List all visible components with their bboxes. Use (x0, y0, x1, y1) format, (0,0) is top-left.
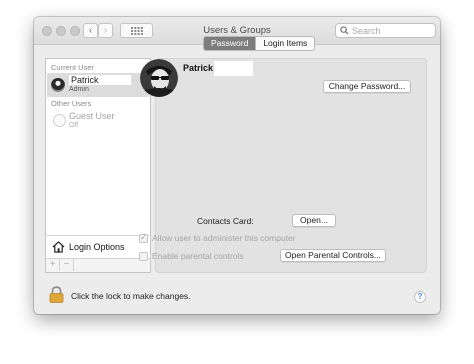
profile-name: Patrick (183, 63, 214, 73)
change-password-button[interactable]: Change Password... (323, 80, 411, 93)
guest-user-status: Off (69, 122, 79, 129)
search-field[interactable] (335, 23, 436, 38)
avatar (51, 78, 65, 92)
close-window-button[interactable] (42, 26, 52, 36)
parental-controls-option[interactable]: Enable parental controls (139, 251, 244, 261)
chevron-right-icon: › (103, 25, 108, 36)
full-name-field[interactable] (214, 61, 253, 76)
tab-bar: Password Login Items (203, 36, 316, 51)
users-sidebar: Current User Patrick Admin Other Users G… (45, 58, 151, 273)
login-options-item[interactable]: Login Options (46, 235, 150, 258)
user-role: Admin (69, 86, 89, 93)
user-row-guest[interactable]: Guest User Off (47, 109, 149, 133)
allow-admin-option[interactable]: Allow user to administer this computer (139, 232, 296, 243)
forward-button[interactable]: › (98, 23, 113, 38)
guest-avatar (53, 114, 66, 127)
show-all-button[interactable] (120, 23, 153, 38)
allow-admin-checkbox[interactable] (139, 232, 148, 243)
user-row-patrick[interactable]: Patrick Admin (47, 73, 149, 97)
lock-button[interactable] (48, 286, 65, 303)
tab-login-items[interactable]: Login Items (255, 37, 314, 50)
user-name: Patrick (69, 75, 131, 85)
parental-controls-label: Enable parental controls (152, 251, 244, 261)
search-icon (340, 26, 349, 35)
other-users-label: Other Users (51, 99, 92, 108)
remove-user-button[interactable]: − (60, 259, 74, 271)
contacts-card-label: Contacts Card: (197, 216, 254, 226)
open-parental-controls-button[interactable]: Open Parental Controls... (280, 249, 386, 262)
search-input[interactable] (349, 25, 432, 36)
padlock-icon (49, 286, 64, 303)
grid-icon (130, 26, 143, 35)
help-button[interactable]: ? (414, 291, 426, 303)
add-remove-bar: + − (46, 258, 150, 272)
open-contacts-button[interactable]: Open... (292, 214, 336, 227)
guest-user-name: Guest User (69, 111, 115, 121)
chevron-left-icon: ‹ (88, 25, 93, 36)
back-button[interactable]: ‹ (83, 23, 98, 38)
lock-status-text: Click the lock to make changes. (71, 291, 191, 301)
current-user-label: Current User (51, 63, 94, 72)
allow-admin-label: Allow user to administer this computer (152, 233, 296, 243)
tab-password[interactable]: Password (204, 37, 256, 50)
zoom-window-button[interactable] (70, 26, 80, 36)
minimize-window-button[interactable] (56, 26, 66, 36)
user-picture[interactable] (140, 59, 178, 97)
add-user-button[interactable]: + (46, 259, 60, 271)
profile-photo (140, 59, 178, 97)
login-options-label: Login Options (69, 242, 125, 252)
parental-controls-checkbox[interactable] (139, 251, 148, 261)
house-icon (52, 241, 65, 253)
